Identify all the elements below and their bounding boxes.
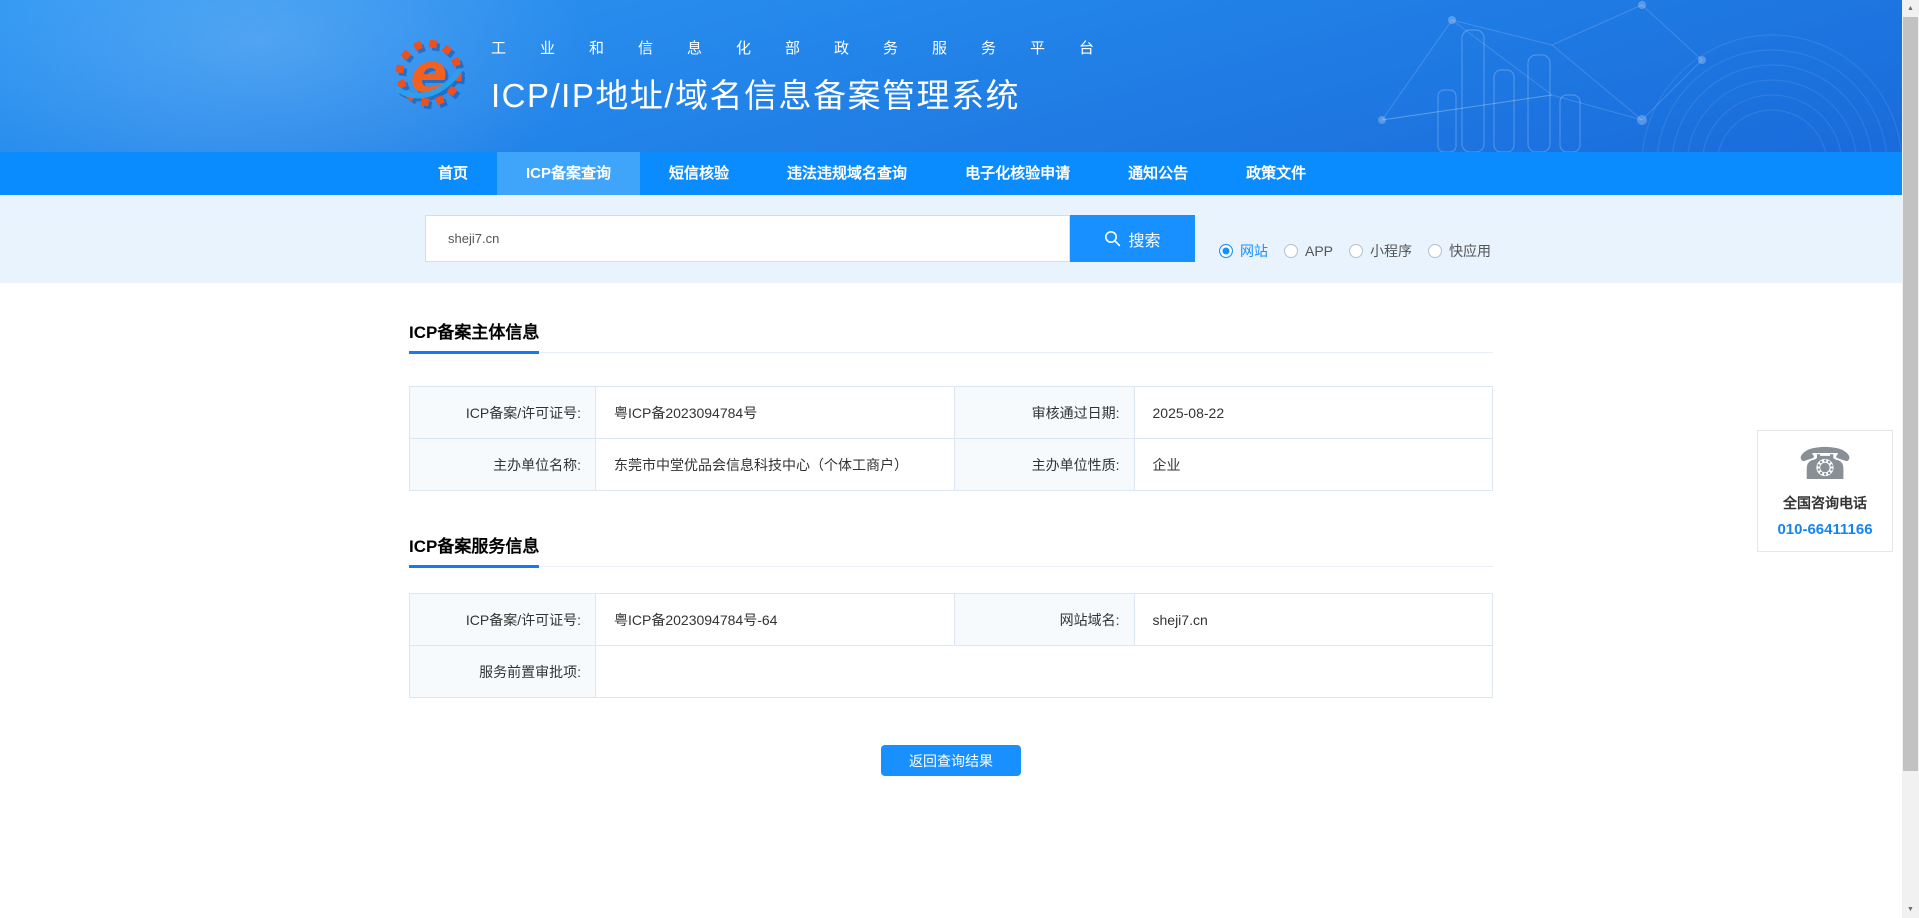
table-row: 服务前置审批项: — [410, 646, 1493, 698]
table-row: ICP备案/许可证号: 粤ICP备2023094784号 审核通过日期: 202… — [410, 387, 1493, 439]
page-content: e 工业和信息化部政务服务平台 ICP/IP地址/域名信息备案管理系统 首页 I… — [0, 0, 1902, 918]
field-value: sheji7.cn — [1134, 594, 1493, 646]
field-label: 服务前置审批项: — [410, 646, 596, 698]
search-type-app[interactable]: APP — [1284, 243, 1333, 259]
table-row: ICP备案/许可证号: 粤ICP备2023094784号-64 网站域名: sh… — [410, 594, 1493, 646]
field-label: 主办单位名称: — [410, 439, 596, 491]
phone-number: 010-66411166 — [1758, 521, 1892, 538]
radio-unselected-icon — [1349, 244, 1363, 258]
search-button[interactable]: 搜索 — [1070, 215, 1195, 262]
system-title: ICP/IP地址/域名信息备案管理系统 — [491, 69, 1493, 117]
service-section-title: ICP备案服务信息 — [409, 532, 539, 568]
main-content: ICP备案主体信息 ICP备案/许可证号: 粤ICP备2023094784号 审… — [409, 318, 1493, 776]
scrollbar-thumb[interactable] — [1903, 17, 1918, 771]
field-label: ICP备案/许可证号: — [410, 594, 596, 646]
radio-unselected-icon — [1284, 244, 1298, 258]
search-button-label: 搜索 — [1128, 227, 1160, 251]
search-type-miniprogram[interactable]: 小程序 — [1349, 241, 1412, 261]
radio-unselected-icon — [1428, 244, 1442, 258]
search-section: 搜索 网站 APP 小程序 — [0, 195, 1902, 283]
vertical-scrollbar[interactable]: ▲ ▼ — [1902, 0, 1919, 918]
search-type-quickapp[interactable]: 快应用 — [1428, 241, 1491, 261]
page: e 工业和信息化部政务服务平台 ICP/IP地址/域名信息备案管理系统 首页 I… — [0, 0, 1919, 918]
nav-item-sms-verify[interactable]: 短信核验 — [640, 152, 758, 195]
field-label: 网站域名: — [954, 594, 1134, 646]
header-banner: e 工业和信息化部政务服务平台 ICP/IP地址/域名信息备案管理系统 — [0, 0, 1902, 152]
subject-section-header: ICP备案主体信息 — [409, 318, 1493, 353]
nav-item-notices[interactable]: 通知公告 — [1099, 152, 1217, 195]
radio-label: 网站 — [1240, 241, 1268, 261]
search-type-website[interactable]: 网站 — [1219, 241, 1268, 261]
service-info-table: ICP备案/许可证号: 粤ICP备2023094784号-64 网站域名: sh… — [409, 593, 1493, 698]
field-value: 粤ICP备2023094784号-64 — [596, 594, 955, 646]
field-label: 审核通过日期: — [954, 387, 1134, 439]
scroll-up-icon[interactable]: ▲ — [1902, 0, 1919, 17]
field-value: 企业 — [1134, 439, 1493, 491]
header-titles: 工业和信息化部政务服务平台 ICP/IP地址/域名信息备案管理系统 — [491, 0, 1493, 117]
back-to-results-button[interactable]: 返回查询结果 — [881, 745, 1021, 776]
field-value: 2025-08-22 — [1134, 387, 1493, 439]
field-value: 东莞市中堂优品会信息科技中心（个体工商户） — [596, 439, 955, 491]
main-nav: 首页 ICP备案查询 短信核验 违法违规域名查询 电子化核验申请 通知公告 政策… — [0, 152, 1902, 195]
miit-logo-icon: e — [395, 36, 463, 110]
field-value — [596, 646, 1493, 698]
search-input[interactable] — [425, 215, 1070, 262]
radio-label: 小程序 — [1370, 241, 1412, 261]
field-value: 粤ICP备2023094784号 — [596, 387, 955, 439]
service-section-header: ICP备案服务信息 — [409, 532, 1493, 567]
radio-label: 快应用 — [1449, 241, 1491, 261]
nav-item-policy-files[interactable]: 政策文件 — [1217, 152, 1335, 195]
search-type-options: 网站 APP 小程序 快应用 — [1203, 241, 1491, 261]
phone-label: 全国咨询电话 — [1758, 493, 1892, 513]
field-label: ICP备案/许可证号: — [410, 387, 596, 439]
radio-selected-icon — [1219, 244, 1233, 258]
radio-label: APP — [1305, 243, 1333, 259]
subject-info-table: ICP备案/许可证号: 粤ICP备2023094784号 审核通过日期: 202… — [409, 386, 1493, 491]
scroll-down-icon[interactable]: ▼ — [1902, 901, 1919, 918]
consultation-phone-card: ☎ 全国咨询电话 010-66411166 — [1757, 430, 1893, 552]
search-icon — [1104, 230, 1121, 247]
nav-item-e-verification[interactable]: 电子化核验申请 — [936, 152, 1099, 195]
telephone-icon: ☎ — [1758, 441, 1892, 489]
nav-item-icp-query[interactable]: ICP备案查询 — [497, 152, 640, 195]
field-label: 主办单位性质: — [954, 439, 1134, 491]
nav-item-illegal-domain-query[interactable]: 违法违规域名查询 — [758, 152, 936, 195]
table-row: 主办单位名称: 东莞市中堂优品会信息科技中心（个体工商户） 主办单位性质: 企业 — [410, 439, 1493, 491]
nav-item-home[interactable]: 首页 — [409, 152, 497, 195]
platform-name: 工业和信息化部政务服务平台 — [491, 37, 1493, 58]
subject-section-title: ICP备案主体信息 — [409, 318, 539, 354]
